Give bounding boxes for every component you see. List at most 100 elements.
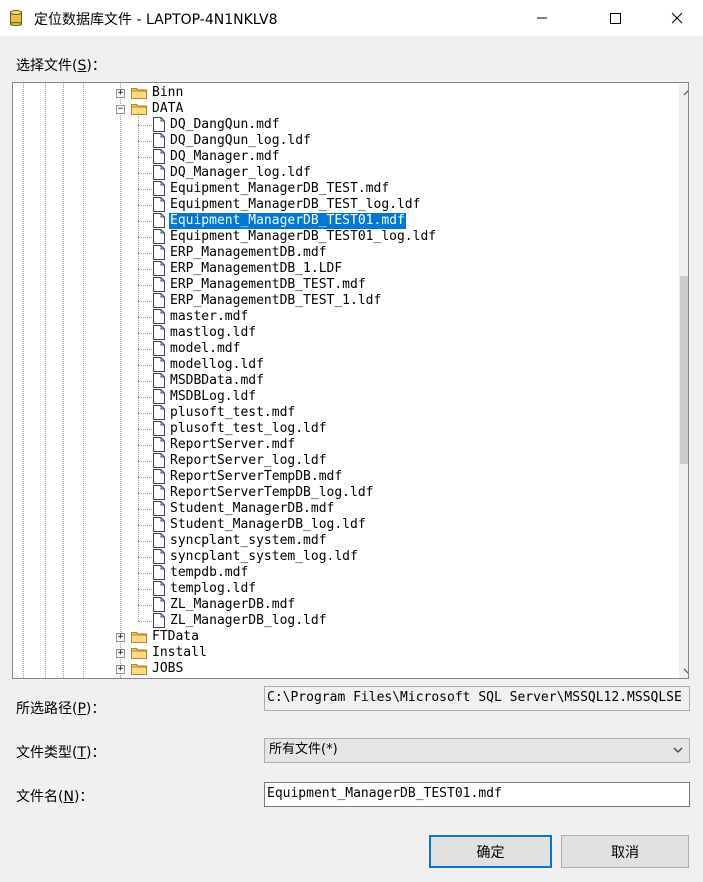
tree-file-row[interactable]: plusoft_test.mdf (13, 405, 663, 421)
file-tree[interactable]: + Binn − DATA DQ_DangQun.mdf DQ_DangQun_log.l… (12, 82, 689, 679)
tree-file-row[interactable]: ReportServerTempDB_log.ldf (13, 485, 663, 501)
file-icon (153, 613, 165, 628)
access-key: N (63, 789, 74, 805)
scroll-up-button[interactable] (679, 84, 688, 101)
tree-file-row[interactable]: Equipment_ManagerDB_TEST01.mdf (13, 212, 663, 230)
tree-file-row[interactable]: DQ_Manager.mdf (13, 149, 663, 165)
file-type-value: 所有文件(*) (269, 742, 338, 757)
file-icon (153, 229, 165, 244)
file-name: ReportServerTempDB.mdf (170, 469, 343, 484)
tree-folder-row[interactable]: + JOBS (13, 661, 663, 677)
file-icon (153, 293, 165, 308)
tree-folder-row[interactable]: + Install (13, 645, 663, 661)
tree-file-row[interactable]: Equipment_ManagerDB_TEST01_log.ldf (13, 229, 663, 245)
file-name: templog.ldf (170, 581, 257, 596)
tree-connector (138, 413, 152, 414)
expand-icon[interactable]: + (116, 665, 125, 674)
expander-glyph: + (117, 88, 124, 98)
tree-file-row[interactable]: plusoft_test_log.ldf (13, 421, 663, 437)
ok-button[interactable]: 确定 (429, 835, 552, 868)
tree-file-row[interactable]: syncplant_system_log.ldf (13, 549, 663, 565)
folder-icon (131, 102, 147, 115)
tree-file-row[interactable]: Equipment_ManagerDB_TEST.mdf (13, 181, 663, 197)
tree-file-row[interactable]: modellog.ldf (13, 357, 663, 373)
tree-file-row[interactable]: Equipment_ManagerDB_TEST_log.ldf (13, 197, 663, 213)
tree-file-row[interactable]: ReportServer_log.ldf (13, 453, 663, 469)
folder-name: Binn (152, 85, 184, 100)
file-icon (153, 405, 165, 420)
file-icon (153, 517, 165, 532)
file-icon (153, 117, 165, 132)
file-name-input[interactable]: Equipment_ManagerDB_TEST01.mdf (264, 782, 690, 807)
maximize-button[interactable] (592, 0, 638, 36)
scroll-down-button[interactable] (679, 662, 688, 678)
tree-folder-row[interactable]: + Binn (13, 85, 663, 101)
expand-icon[interactable]: + (116, 89, 125, 98)
tree-file-row[interactable]: ERP_ManagementDB.mdf (13, 245, 663, 261)
file-name: ReportServerTempDB_log.ldf (170, 485, 374, 500)
tree-file-row[interactable]: MSDBData.mdf (13, 373, 663, 389)
collapse-icon[interactable]: − (116, 105, 125, 114)
expander-glyph: − (117, 104, 124, 114)
tree-file-row[interactable]: DQ_DangQun_log.ldf (13, 133, 663, 149)
file-icon (153, 549, 165, 564)
chevron-down-icon (683, 668, 688, 674)
tree-file-row[interactable]: Student_ManagerDB_log.ldf (13, 517, 663, 533)
tree-file-row[interactable]: tempdb.mdf (13, 565, 663, 581)
tree-file-row[interactable]: ERP_ManagementDB_1.LDF (13, 261, 663, 277)
tree-file-row[interactable]: master.mdf (13, 309, 663, 325)
tree-connector (138, 365, 152, 366)
tree-connector (138, 141, 152, 142)
tree-file-row[interactable]: mastlog.ldf (13, 325, 663, 341)
file-icon (153, 437, 165, 452)
tree-connector (138, 333, 152, 334)
tree-connector (138, 589, 152, 590)
title-bar: 定位数据库文件 - LAPTOP-4N1NKLV8 (0, 0, 703, 36)
cancel-button[interactable]: 取消 (561, 835, 689, 868)
tree-file-row[interactable]: ZL_ManagerDB.mdf (13, 597, 663, 613)
file-name: model.mdf (170, 341, 241, 356)
tree-file-row[interactable]: syncplant_system.mdf (13, 533, 663, 549)
file-name-label: 文件名(N)： (16, 789, 94, 805)
file-icon (153, 197, 165, 212)
tree-scrollbar[interactable] (679, 84, 688, 678)
minimize-button[interactable] (519, 0, 565, 36)
tree-connector (138, 445, 152, 446)
tree-connector (138, 397, 152, 398)
file-name: plusoft_test.mdf (170, 405, 296, 420)
tree-file-row[interactable]: MSDBLog.ldf (13, 389, 663, 405)
tree-folder-row[interactable]: + FTData (13, 629, 663, 645)
file-icon (153, 245, 165, 260)
tree-file-row[interactable]: ReportServerTempDB.mdf (13, 469, 663, 485)
tree-folder-row[interactable]: − DATA (13, 101, 663, 117)
path-field[interactable]: C:\Program Files\Microsoft SQL Server\MS… (264, 686, 690, 711)
tree-file-row[interactable]: model.mdf (13, 341, 663, 357)
tree-connector (138, 125, 152, 126)
expand-icon[interactable]: + (116, 633, 125, 642)
file-type-select[interactable]: 所有文件(*) (264, 738, 690, 763)
close-button[interactable] (654, 0, 700, 36)
tree-file-row[interactable]: ZL_ManagerDB_log.ldf (13, 613, 663, 629)
tree-file-row[interactable]: Student_ManagerDB.mdf (13, 501, 663, 517)
file-name: syncplant_system_log.ldf (170, 549, 358, 564)
file-icon (153, 533, 165, 548)
scroll-thumb[interactable] (680, 276, 688, 464)
tree-file-row[interactable]: DQ_Manager_log.ldf (13, 165, 663, 181)
file-name: ReportServer_log.ldf (170, 453, 327, 468)
tree-file-row[interactable]: ERP_ManagementDB_TEST_1.ldf (13, 293, 663, 309)
file-name: tempdb.mdf (170, 565, 249, 580)
file-icon (153, 501, 165, 516)
file-icon (153, 325, 165, 340)
tree-file-row[interactable]: DQ_DangQun.mdf (13, 117, 663, 133)
tree-file-row[interactable]: templog.ldf (13, 581, 663, 597)
file-icon (153, 213, 165, 228)
file-icon (153, 389, 165, 404)
expand-icon[interactable]: + (116, 649, 125, 658)
tree-file-row[interactable]: ReportServer.mdf (13, 437, 663, 453)
file-icon (153, 133, 165, 148)
file-icon (153, 469, 165, 484)
file-icon (153, 357, 165, 372)
tree-connector (138, 621, 152, 622)
tree-file-row[interactable]: ERP_ManagementDB_TEST.mdf (13, 277, 663, 293)
tree-connector (138, 253, 152, 254)
